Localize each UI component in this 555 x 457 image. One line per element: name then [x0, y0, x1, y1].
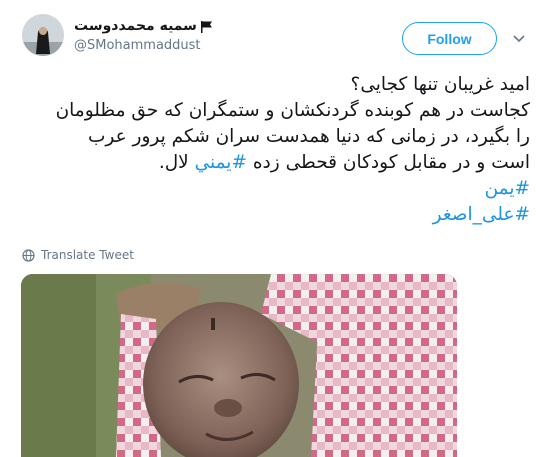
tweet-line: است و در مقابل کودکان قحطی زده #یمني لال… [22, 150, 530, 176]
display-name-text: سمیه محمددوست [74, 18, 197, 34]
avatar[interactable] [22, 14, 64, 56]
tweet-line: امید غریبان تنها کجایی؟ [350, 74, 531, 95]
translate-tweet-label: Translate Tweet [41, 248, 134, 262]
hashtag-link[interactable]: #علی_اصغر [433, 204, 530, 225]
tweet-line: را بگیرد، در زمانی که دنیا همدست سران شک… [88, 126, 530, 147]
hashtag-link[interactable]: #یمن [485, 178, 530, 199]
caret-down-icon[interactable] [511, 30, 527, 46]
tweet-header: سمیه محمددوست @SMohammaddust Follow [0, 0, 555, 70]
tweet-text: امید غریبان تنها کجایی؟ کجاست در هم کوبن… [22, 72, 530, 228]
tweet-media-image[interactable] [21, 274, 457, 457]
translate-tweet-link[interactable]: Translate Tweet [22, 248, 134, 262]
hashtag-link[interactable]: #یمني [195, 152, 247, 173]
tweet-line: کجاست در هم کوبنده گردنکشان و ستمگران که… [55, 100, 530, 121]
flag-icon [200, 20, 213, 33]
tweet-line-text: لال. [158, 152, 189, 173]
tweet-line-text: است و در مقابل کودکان قحطی زده [252, 152, 530, 173]
follow-button[interactable]: Follow [402, 22, 497, 55]
globe-icon [22, 248, 35, 262]
display-name[interactable]: سمیه محمددوست [74, 18, 213, 34]
user-handle[interactable]: @SMohammaddust [74, 38, 201, 53]
